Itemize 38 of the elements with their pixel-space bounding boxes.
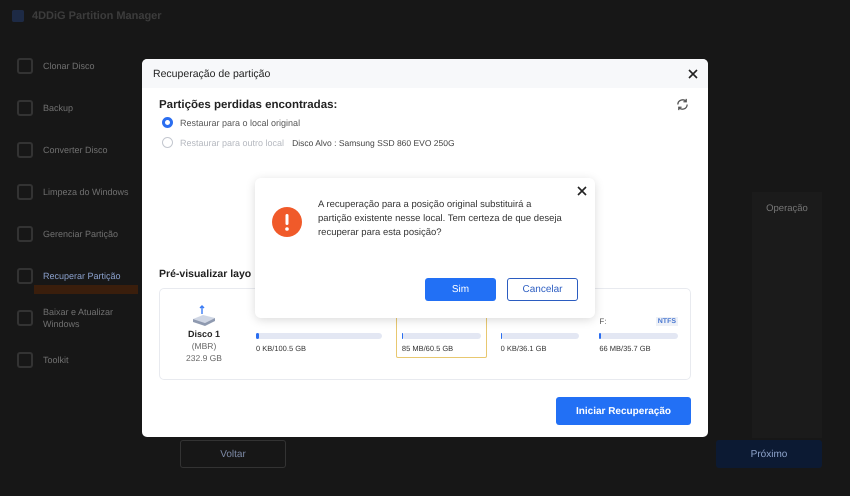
menu-item-icon (17, 100, 33, 116)
sidebar-item[interactable]: Recuperar Partição (0, 255, 142, 297)
menu-item-icon (17, 352, 33, 368)
column-header: Operação (766, 203, 808, 214)
partition-label: F: (599, 317, 606, 326)
close-button[interactable] (575, 184, 589, 198)
dialog-title: Recuperação de partição (153, 68, 270, 80)
back-button[interactable]: Voltar (180, 440, 286, 468)
refresh-icon[interactable] (676, 98, 689, 111)
section-heading: Pré-visualizar layo (159, 268, 252, 280)
menu-item-icon (17, 142, 33, 158)
cancel-button[interactable]: Cancelar (507, 278, 578, 301)
radio-option[interactable]: Restaurar para o local original (162, 117, 300, 128)
menu-item-icon (17, 184, 33, 200)
sidebar-item[interactable]: Limpeza do Windows (0, 171, 142, 213)
disk-type: (MBR) (192, 341, 216, 351)
confirm-message: A recuperação para a posição original substituirá a partição existente nesse local. Tem certeza de que deseja recuperar para esta posição? (318, 198, 563, 240)
disk-icon (191, 305, 217, 327)
menu-item-icon (17, 58, 33, 74)
start-recovery-button[interactable]: Iniciar Recuperação (556, 397, 691, 425)
menu-item-icon (17, 310, 33, 326)
section-heading: Partições perdidas encontradas: (159, 98, 338, 110)
warning-icon (272, 207, 302, 237)
sidebar-item[interactable]: Baixar e Atualizar Windows (0, 297, 142, 339)
sidebar-item[interactable]: Backup (0, 87, 142, 129)
sidebar-item[interactable]: Toolkit (0, 339, 142, 381)
close-button[interactable] (686, 66, 700, 80)
menu-item-icon (17, 226, 33, 242)
target-disk-label: Disco Alvo : Samsung SSD 860 EVO 250G (292, 138, 455, 148)
sidebar-item[interactable]: Clonar Disco (0, 45, 142, 87)
sidebar-item[interactable]: Gerenciar Partição (0, 213, 142, 255)
disk-size: 232.9 GB (186, 353, 222, 363)
disk-name: Disco 1 (188, 329, 220, 339)
sidebar-item[interactable]: Converter Disco (0, 129, 142, 171)
logo-icon (12, 10, 24, 22)
menu-item-icon (17, 268, 33, 284)
next-button[interactable]: Próximo (716, 440, 822, 468)
confirm-button[interactable]: Sim (425, 278, 496, 301)
